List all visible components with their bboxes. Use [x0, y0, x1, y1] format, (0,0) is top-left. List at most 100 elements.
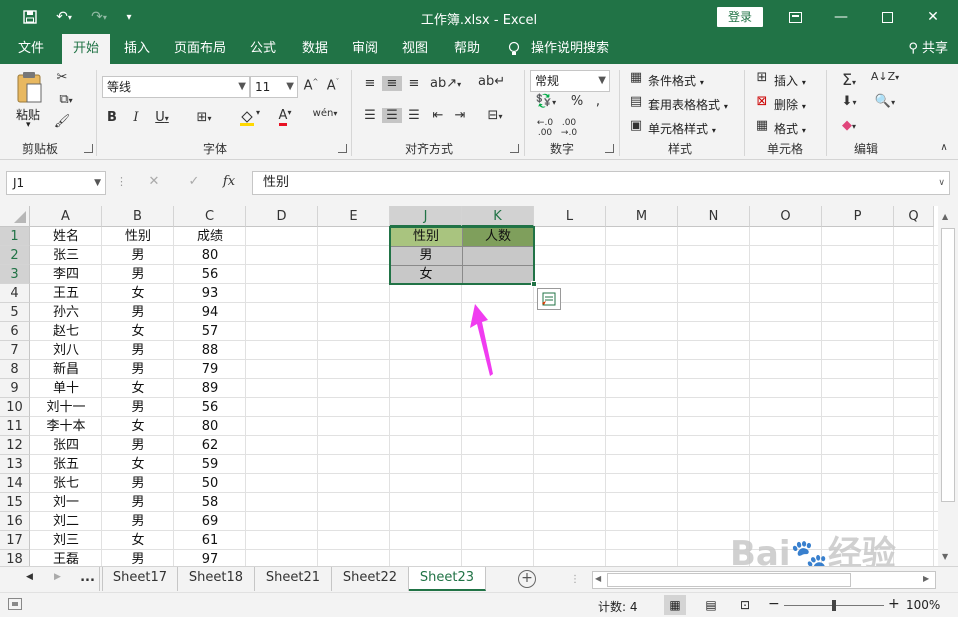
cell[interactable]: 男: [102, 550, 174, 566]
increase-decimal-icon[interactable]: ←.0.00: [534, 118, 556, 138]
vertical-scrollbar[interactable]: ▲ ▼: [938, 206, 958, 566]
name-box[interactable]: J1 ▼: [6, 171, 106, 195]
decrease-decimal-icon[interactable]: .00 →.0: [558, 118, 580, 138]
tab-page-layout[interactable]: 页面布局: [166, 34, 234, 64]
cell[interactable]: 93: [174, 284, 246, 303]
row-header[interactable]: 14: [0, 474, 30, 493]
row-header[interactable]: 8: [0, 360, 30, 379]
cell[interactable]: 单十: [30, 379, 102, 398]
row-header[interactable]: 6: [0, 322, 30, 341]
customize-qat-icon[interactable]: ▾: [118, 6, 140, 28]
bold-icon[interactable]: B: [104, 110, 120, 125]
cell[interactable]: 56: [174, 398, 246, 417]
cell[interactable]: 性别: [102, 227, 174, 246]
more-options-icon[interactable]: ⋮: [570, 574, 580, 585]
cell[interactable]: 男: [102, 265, 174, 284]
merge-center-icon[interactable]: ⊟▾: [480, 108, 510, 123]
sheet-tab[interactable]: Sheet18: [178, 567, 255, 591]
sheet-overflow[interactable]: ...: [76, 567, 100, 591]
horizontal-scrollbar[interactable]: ◀ ▶: [592, 571, 936, 589]
insert-cells-icon[interactable]: ⊞: [754, 70, 770, 85]
column-header[interactable]: D: [246, 206, 318, 227]
decrease-font-icon[interactable]: Aˇ: [324, 78, 342, 93]
row-header[interactable]: 11: [0, 417, 30, 436]
cell[interactable]: 女: [102, 417, 174, 436]
zoom-level[interactable]: 100%: [906, 598, 940, 612]
align-center-icon[interactable]: ☰: [382, 108, 402, 123]
tab-home[interactable]: 开始: [62, 34, 110, 64]
column-header[interactable]: L: [534, 206, 606, 227]
cell[interactable]: 男: [102, 246, 174, 265]
scroll-down-icon[interactable]: ▼: [942, 552, 948, 561]
cell[interactable]: 刘三: [30, 531, 102, 550]
row-header[interactable]: 3: [0, 265, 30, 284]
align-middle-icon[interactable]: ≡: [382, 76, 402, 91]
tell-me-search[interactable]: 操作说明搜索: [530, 34, 610, 64]
delete-cells-button[interactable]: 删除 ▾: [774, 96, 806, 113]
row-header[interactable]: 16: [0, 512, 30, 531]
save-icon[interactable]: [19, 6, 41, 28]
font-launcher[interactable]: [338, 144, 347, 153]
row-header[interactable]: 15: [0, 493, 30, 512]
cell[interactable]: 成绩: [174, 227, 246, 246]
comma-style-icon[interactable]: ,: [590, 94, 606, 109]
align-left-icon[interactable]: ☰: [360, 108, 380, 123]
row-header[interactable]: 12: [0, 436, 30, 455]
clear-icon[interactable]: ◆▾: [836, 118, 862, 133]
normal-view-icon[interactable]: ▦: [664, 595, 686, 615]
row-header[interactable]: 5: [0, 303, 30, 322]
sheet-tab[interactable]: Sheet22: [332, 567, 409, 591]
conditional-format-button[interactable]: 条件格式 ▾: [648, 72, 704, 89]
cell[interactable]: 男: [102, 474, 174, 493]
cell[interactable]: 62: [174, 436, 246, 455]
cell[interactable]: 79: [174, 360, 246, 379]
cell-style-button[interactable]: 单元格样式 ▾: [648, 120, 716, 137]
row-header[interactable]: 1: [0, 227, 30, 246]
cell[interactable]: 男: [102, 512, 174, 531]
login-button[interactable]: 登录: [717, 7, 763, 27]
cell[interactable]: 王磊: [30, 550, 102, 566]
more-options-icon[interactable]: ⋮: [116, 175, 127, 188]
cell[interactable]: 女: [102, 379, 174, 398]
column-header[interactable]: O: [750, 206, 822, 227]
cell[interactable]: 男: [102, 493, 174, 512]
tab-data[interactable]: 数据: [292, 34, 338, 64]
tab-file[interactable]: 文件: [8, 34, 54, 64]
cell[interactable]: 男: [102, 436, 174, 455]
formula-input[interactable]: 性别 ∨: [252, 171, 950, 195]
cell[interactable]: 男: [102, 398, 174, 417]
insert-cells-button[interactable]: 插入 ▾: [774, 72, 806, 89]
format-painter-icon[interactable]: 🖌: [52, 114, 72, 129]
cell[interactable]: 张三: [30, 246, 102, 265]
font-name-select[interactable]: 等线 ▼: [102, 76, 250, 98]
number-launcher[interactable]: [605, 144, 614, 153]
row-header[interactable]: 17: [0, 531, 30, 550]
align-top-icon[interactable]: ≡: [360, 76, 380, 91]
scroll-up-icon[interactable]: ▲: [942, 212, 948, 221]
row-header[interactable]: 7: [0, 341, 30, 360]
sheet-tab-active[interactable]: Sheet23: [409, 567, 486, 591]
number-format-select[interactable]: 常规 ▼: [530, 70, 610, 92]
zoom-in-icon[interactable]: +: [888, 596, 900, 612]
table-format-icon[interactable]: ▤: [628, 94, 644, 109]
cell[interactable]: 女: [102, 284, 174, 303]
close-button[interactable]: ✕: [910, 0, 956, 34]
add-sheet-icon[interactable]: +: [518, 570, 536, 588]
cell[interactable]: 李四: [30, 265, 102, 284]
fill-icon[interactable]: ⬇▾: [836, 94, 862, 109]
cell[interactable]: 57: [174, 322, 246, 341]
orientation-icon[interactable]: ab↗▾: [430, 76, 461, 91]
cell[interactable]: 赵七: [30, 322, 102, 341]
column-header[interactable]: K: [462, 206, 534, 227]
confirm-entry-icon[interactable]: ✓: [184, 174, 204, 189]
horizontal-scroll-thumb[interactable]: [607, 573, 851, 587]
column-header[interactable]: A: [30, 206, 102, 227]
paste-icon[interactable]: [14, 70, 46, 106]
italic-icon[interactable]: I: [128, 110, 144, 125]
maximize-button[interactable]: [864, 0, 910, 34]
cell[interactable]: 张四: [30, 436, 102, 455]
tab-review[interactable]: 审阅: [342, 34, 388, 64]
cell[interactable]: 男: [102, 341, 174, 360]
redo-icon[interactable]: ↷ ▾: [85, 6, 113, 28]
collapse-ribbon-icon[interactable]: ∧: [936, 142, 952, 153]
